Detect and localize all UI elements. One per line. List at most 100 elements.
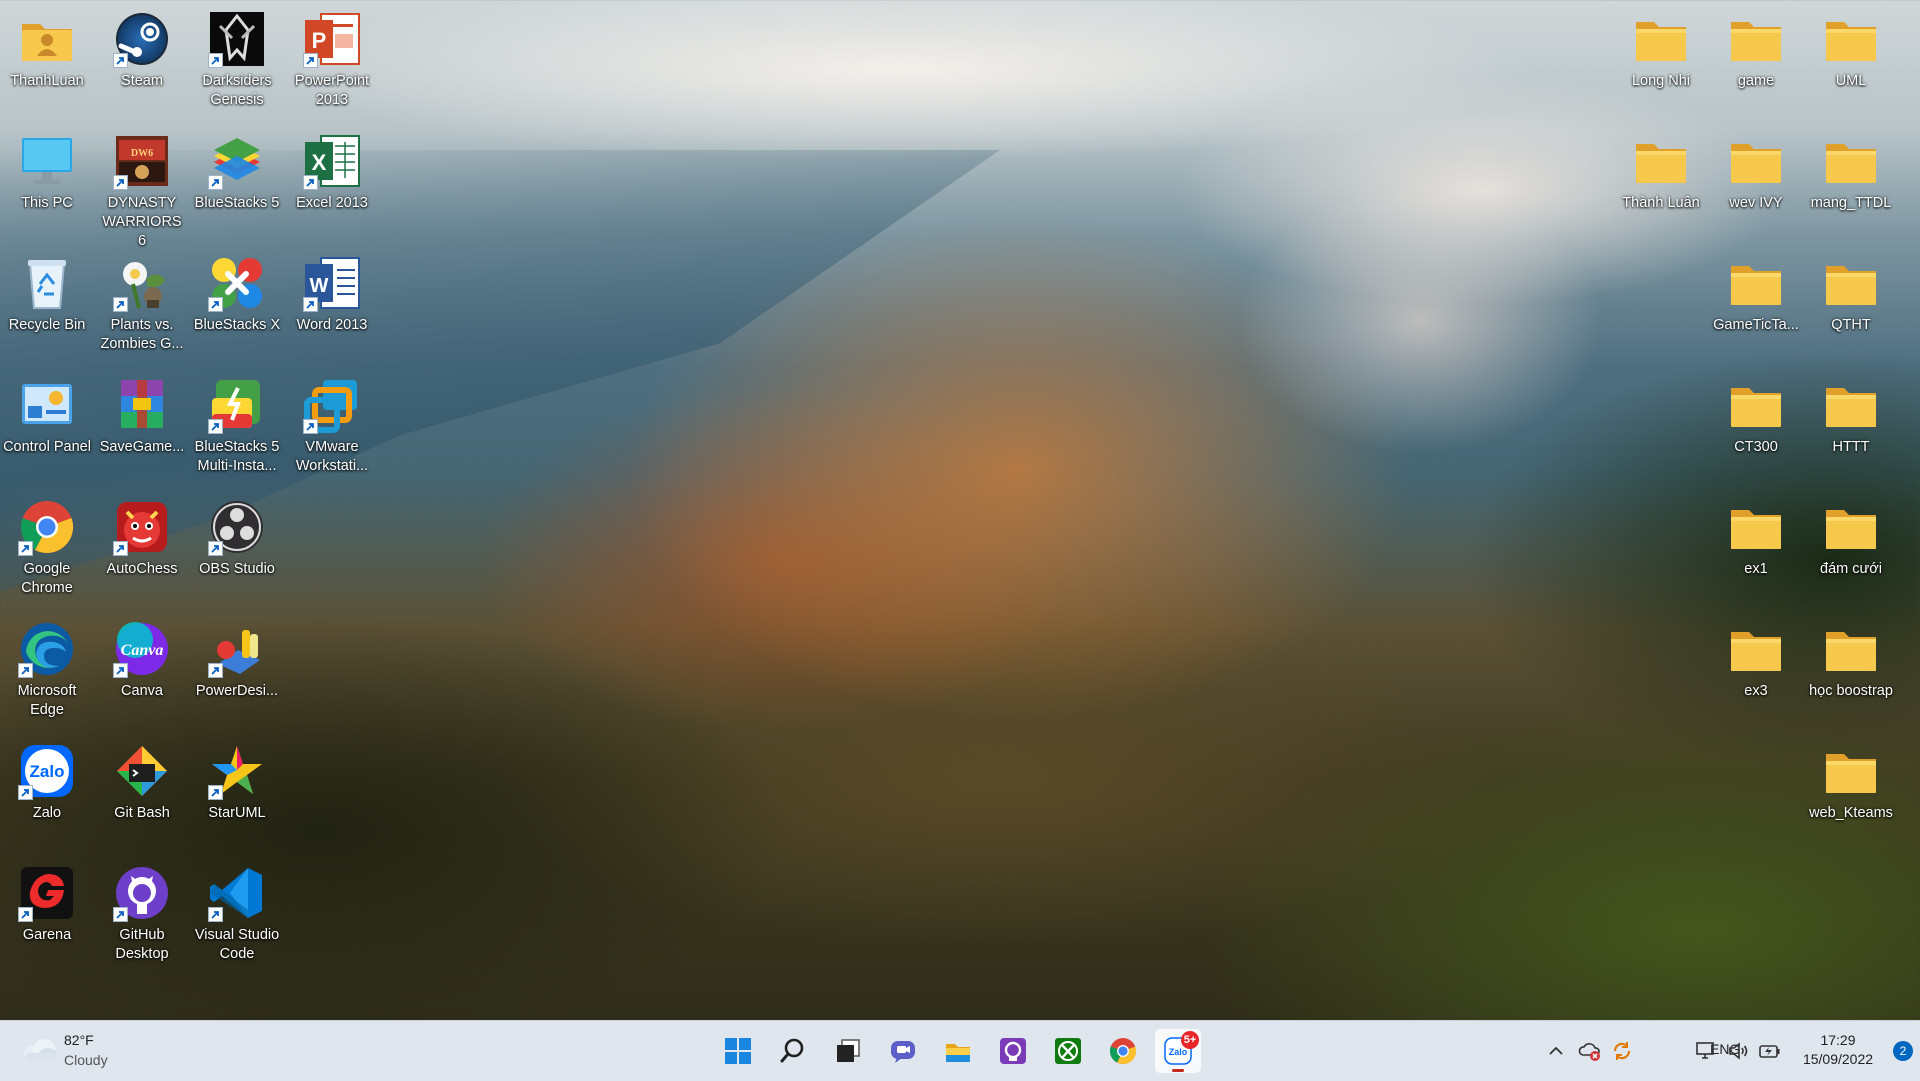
folder-icon [1632, 10, 1690, 68]
svg-text:X: X [312, 150, 327, 175]
desktop-icon-long-nhi[interactable]: Long Nhi [1614, 4, 1708, 122]
desktop-icon-label: Visual Studio Code [194, 927, 280, 962]
desktop-icon-web-kteams[interactable]: web_Kteams [1804, 736, 1898, 854]
search-button[interactable] [770, 1029, 816, 1073]
recycle-bin-icon [18, 254, 76, 312]
desktop-icon-wev-ivy[interactable]: wev IVY [1709, 126, 1803, 244]
desktop-icon-ct300[interactable]: CT300 [1709, 370, 1803, 488]
purple-app-button[interactable] [990, 1029, 1036, 1073]
desktop-icon-plants-vs-zombies-g[interactable]: Plants vs. Zombies G... [95, 248, 189, 366]
desktop-icon-label: VMware Workstati... [295, 439, 369, 474]
desktop-icon-label: Darksiders Genesis [202, 73, 272, 108]
svg-text:Zalo: Zalo [1169, 1047, 1188, 1057]
desktop-icon-savegame[interactable]: SaveGame... [95, 370, 189, 488]
desktop-icon-ex1[interactable]: ex1 [1709, 492, 1803, 610]
desktop-icon-steam[interactable]: Steam [95, 4, 189, 122]
desktop-icon-label: Thành Luân [1622, 195, 1700, 211]
desktop-icon-mang-ttdl[interactable]: mang_TTDL [1804, 126, 1898, 244]
winrar-icon [113, 376, 171, 434]
desktop-icon-excel-2013[interactable]: X Excel 2013 [285, 126, 379, 244]
zalo-taskbar-button[interactable]: Zalo 5+ [1155, 1029, 1201, 1073]
desktop-icon-github-desktop[interactable]: GitHub Desktop [95, 858, 189, 976]
desktop-icon-google-chrome[interactable]: Google Chrome [0, 492, 94, 610]
shortcut-arrow-icon [208, 541, 223, 556]
shortcut-arrow-icon [113, 53, 128, 68]
weather-temperature: 82°F [64, 1032, 94, 1048]
desktop-icon-h-c-boostrap[interactable]: học boostrap [1804, 614, 1898, 732]
show-hidden-icons-button[interactable] [1544, 1039, 1568, 1063]
shortcut-arrow-icon [303, 175, 318, 190]
bluestacks-icon [208, 132, 266, 190]
shortcut-arrow-icon [208, 907, 223, 922]
shortcut-arrow-icon [208, 663, 223, 678]
task-view-icon [837, 1039, 860, 1062]
bluestacks-multi-icon [208, 376, 266, 434]
desktop-icon-canva[interactable]: Canva Canva [95, 614, 189, 732]
tray-app-1[interactable] [1578, 1039, 1602, 1063]
desktop-icon-bluestacks-5[interactable]: BlueStacks 5 [190, 126, 284, 244]
tray-app-2[interactable] [1610, 1039, 1634, 1063]
folder-icon [1822, 620, 1880, 678]
network-button[interactable] [1694, 1039, 1718, 1063]
task-view-button[interactable] [825, 1029, 871, 1073]
xbox-button[interactable] [1045, 1029, 1091, 1073]
desktop-icon-uml[interactable]: UML [1804, 4, 1898, 122]
folder-icon [1727, 376, 1785, 434]
staruml-icon [208, 742, 266, 800]
desktop-icon-m-c-i[interactable]: đám cưới [1804, 492, 1898, 610]
desktop-icon-thanhluan[interactable]: ThanhLuan [0, 4, 94, 122]
desktop-icon-label: học boostrap [1809, 683, 1893, 699]
desktop-icon-label: Canva [121, 683, 163, 699]
desktop-icon-label: ex1 [1744, 561, 1768, 577]
desktop-icon-microsoft-edge[interactable]: Microsoft Edge [0, 614, 94, 732]
desktop-icon-game[interactable]: game [1709, 4, 1803, 122]
shortcut-arrow-icon [303, 53, 318, 68]
desktop-icon-bluestacks-5-multi-insta[interactable]: BlueStacks 5 Multi-Insta... [190, 370, 284, 488]
desktop-icon-git-bash[interactable]: Git Bash [95, 736, 189, 854]
desktop-icon-autochess[interactable]: AutoChess [95, 492, 189, 610]
desktop-icon-powerpoint-2013[interactable]: P PowerPoint 2013 [285, 4, 379, 122]
desktop-icon-qtht[interactable]: QTHT [1804, 248, 1898, 366]
desktop-icon-dynasty-warriors-6[interactable]: DW6 DYNASTY WARRIORS 6 [95, 126, 189, 249]
desktop-icon-powerdesi[interactable]: PowerDesi... [190, 614, 284, 732]
desktop-icon-visual-studio-code[interactable]: Visual Studio Code [190, 858, 284, 976]
notification-count-badge[interactable]: 2 [1893, 1041, 1913, 1061]
dynasty-warriors-icon: DW6 [113, 132, 171, 190]
chrome-taskbar-button[interactable] [1100, 1029, 1146, 1073]
powerdesigner-icon [208, 620, 266, 678]
canva-icon: Canva [113, 620, 171, 678]
folder-icon [1727, 132, 1785, 190]
desktop-icon-recycle-bin[interactable]: Recycle Bin [0, 248, 94, 366]
clock[interactable]: 17:29 15/09/2022 [1790, 1031, 1886, 1069]
desktop-icon-label: AutoChess [106, 561, 178, 577]
desktop-icon-httt[interactable]: HTTT [1804, 370, 1898, 488]
desktop-icon-this-pc[interactable]: This PC [0, 126, 94, 244]
chat-button[interactable] [880, 1029, 926, 1073]
svg-text:Canva: Canva [121, 642, 164, 659]
desktop-icon-garena[interactable]: Garena [0, 858, 94, 976]
desktop-icon-bluestacks-x[interactable]: BlueStacks X [190, 248, 284, 366]
desktop-icon-word-2013[interactable]: W Word 2013 [285, 248, 379, 366]
desktop-icon-ex3[interactable]: ex3 [1709, 614, 1803, 732]
shortcut-arrow-icon [208, 297, 223, 312]
desktop-icon-darksiders-genesis[interactable]: Darksiders Genesis [190, 4, 284, 122]
shortcut-arrow-icon [113, 297, 128, 312]
volume-button[interactable] [1726, 1039, 1750, 1063]
zalo-notification-badge: 5+ [1181, 1031, 1199, 1049]
desktop-icon-control-panel[interactable]: Control Panel [0, 370, 94, 488]
desktop-icon-gameticta[interactable]: GameTicTa... [1709, 248, 1803, 366]
desktop-icon-zalo[interactable]: Zalo Zalo [0, 736, 94, 854]
desktop-icon-th-nh-lu-n[interactable]: Thành Luân [1614, 126, 1708, 244]
desktop-icon-staruml[interactable]: StarUML [190, 736, 284, 854]
desktop-icon-vmware-workstati[interactable]: VMware Workstati... [285, 370, 379, 488]
taskbar-pinned-apps: Zalo 5+ [715, 1021, 1215, 1081]
start-button[interactable] [715, 1029, 761, 1073]
desktop-icon-obs-studio[interactable]: OBS Studio [190, 492, 284, 610]
weather-widget[interactable]: 82°F Cloudy [20, 1031, 200, 1071]
user-folder-icon [18, 10, 76, 68]
file-explorer-button[interactable] [935, 1029, 981, 1073]
chrome-icon [1109, 1038, 1137, 1065]
battery-button[interactable] [1758, 1039, 1782, 1063]
autochess-icon [113, 498, 171, 556]
folder-icon [1727, 620, 1785, 678]
